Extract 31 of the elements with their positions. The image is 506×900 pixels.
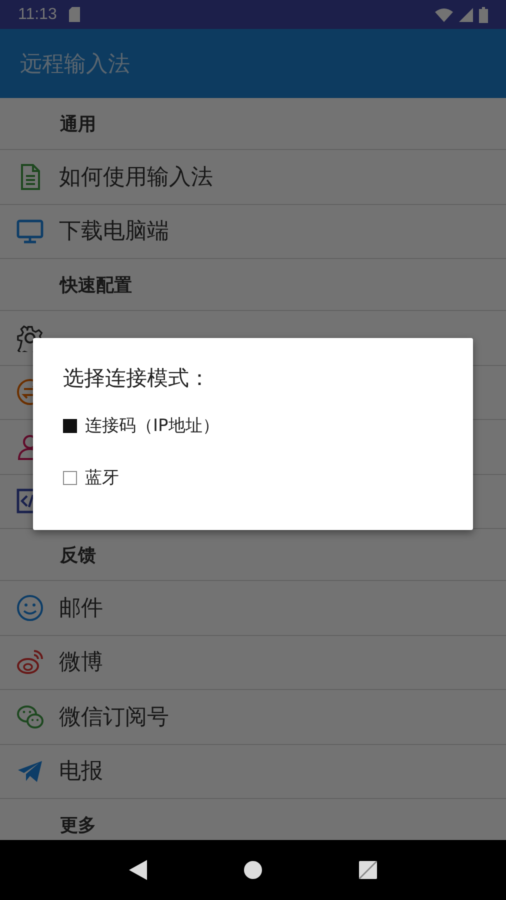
list-item[interactable]: 下载电脑端: [0, 204, 506, 259]
app-title: 远程输入法: [20, 50, 130, 78]
list-item[interactable]: 如何使用输入法: [0, 150, 506, 204]
clock: 11:13: [18, 6, 57, 24]
weibo-icon: [16, 648, 44, 676]
code-icon: [16, 487, 33, 516]
exchange-icon: [16, 378, 33, 406]
person-icon: [16, 432, 33, 461]
chat-bubbles-icon: [16, 702, 44, 731]
sd-card-icon: [68, 7, 80, 22]
radio-option[interactable]: 蓝牙: [63, 466, 443, 489]
battery-icon: [479, 6, 488, 22]
home-icon[interactable]: [244, 861, 262, 879]
list-item[interactable]: 电报: [0, 744, 506, 799]
section-header: 快速配置: [60, 274, 132, 296]
back-icon[interactable]: [128, 860, 147, 880]
monitor-icon: [16, 217, 44, 246]
list-item[interactable]: 邮件: [0, 581, 506, 636]
list-item[interactable]: 微博: [0, 636, 506, 690]
section-header: 通用: [60, 112, 96, 136]
section-header: 反馈: [60, 544, 96, 566]
checkbox-square[interactable]: [63, 418, 77, 432]
radio-option[interactable]: 连接码（IP地址）: [63, 414, 443, 437]
dialog-title: 选择连接模式：: [63, 365, 211, 392]
section-header: 更多: [60, 814, 96, 836]
list-item[interactable]: 微信订阅号: [0, 690, 506, 744]
recents-icon[interactable]: [359, 861, 378, 879]
smiley-icon: [16, 594, 44, 622]
wifi-icon: [435, 8, 453, 22]
checkbox-square[interactable]: [63, 470, 77, 484]
signal-icon: [459, 8, 473, 22]
